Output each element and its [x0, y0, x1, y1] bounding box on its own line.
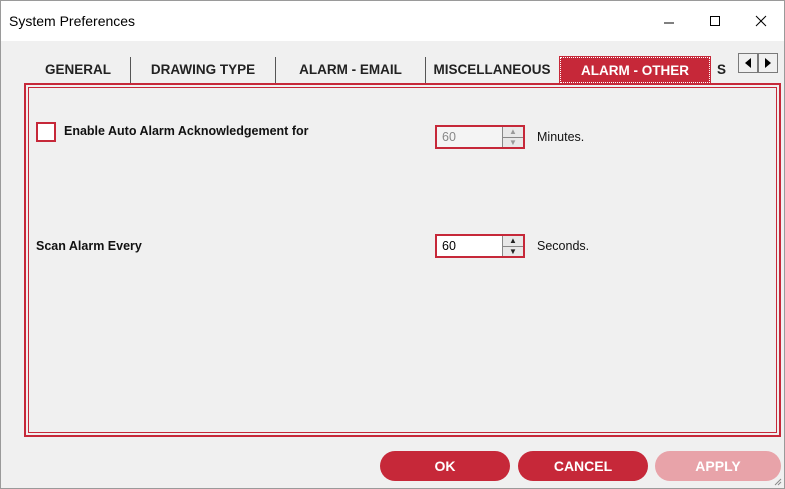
spinner-arrows: ▲ ▼ [502, 127, 523, 147]
panel-inner-border [28, 87, 777, 433]
auto-ack-minutes-spinner[interactable]: 60 ▲ ▼ [435, 125, 525, 149]
scan-alarm-unit: Seconds. [537, 239, 590, 253]
minimize-icon [664, 22, 674, 24]
tab-partial[interactable]: S [717, 57, 735, 83]
tab-scroll-right-button[interactable] [758, 53, 778, 73]
tab-general[interactable]: GENERAL [26, 57, 130, 83]
tab-miscellaneous[interactable]: MISCELLANEOUS [425, 57, 558, 83]
tab-drawing-type[interactable]: DRAWING TYPE [130, 57, 275, 83]
close-button[interactable] [738, 1, 784, 41]
preferences-window: System Preferences GENERAL DRAWING TYPE … [0, 0, 785, 489]
scan-alarm-label: Scan Alarm Every [36, 239, 142, 253]
cancel-button[interactable]: CANCEL [518, 451, 648, 481]
auto-ack-checkbox[interactable] [36, 122, 56, 142]
title-bar: System Preferences [1, 1, 784, 41]
scan-alarm-seconds-value: 60 [442, 239, 456, 253]
minimize-button[interactable] [646, 1, 692, 41]
maximize-icon [710, 16, 720, 26]
tab-alarm-other[interactable]: ALARM - OTHER [559, 56, 711, 84]
tab-strip: GENERAL DRAWING TYPE ALARM - EMAIL MISCE… [26, 56, 783, 84]
spinner-down-icon[interactable]: ▼ [503, 136, 523, 147]
ok-button[interactable]: OK [380, 451, 510, 481]
auto-ack-minutes-value: 60 [437, 127, 502, 147]
tab-scroll-controls [738, 53, 782, 75]
apply-button[interactable]: APPLY [655, 451, 781, 481]
tab-alarm-email[interactable]: ALARM - EMAIL [275, 57, 425, 83]
dialog-footer: OK CANCEL APPLY [1, 441, 784, 488]
tab-scroll-left-button[interactable] [738, 53, 758, 73]
resize-grip-icon[interactable] [772, 476, 782, 486]
maximize-button[interactable] [692, 1, 738, 41]
close-icon [755, 15, 767, 27]
auto-ack-label: Enable Auto Alarm Acknowledgement for [64, 124, 309, 138]
spinner-up-icon[interactable]: ▲ [503, 236, 523, 246]
auto-ack-unit: Minutes. [537, 130, 585, 144]
scan-alarm-seconds-spinner[interactable]: 60 ▲ ▼ [435, 234, 525, 258]
arrow-left-icon [745, 58, 751, 68]
spinner-arrows: ▲ ▼ [502, 236, 523, 256]
spinner-up-icon[interactable]: ▲ [503, 127, 523, 137]
window-title: System Preferences [9, 13, 136, 29]
alarm-other-panel: Enable Auto Alarm Acknowledgement for 60… [24, 83, 781, 437]
spinner-down-icon[interactable]: ▼ [503, 245, 523, 256]
arrow-right-icon [765, 58, 771, 68]
